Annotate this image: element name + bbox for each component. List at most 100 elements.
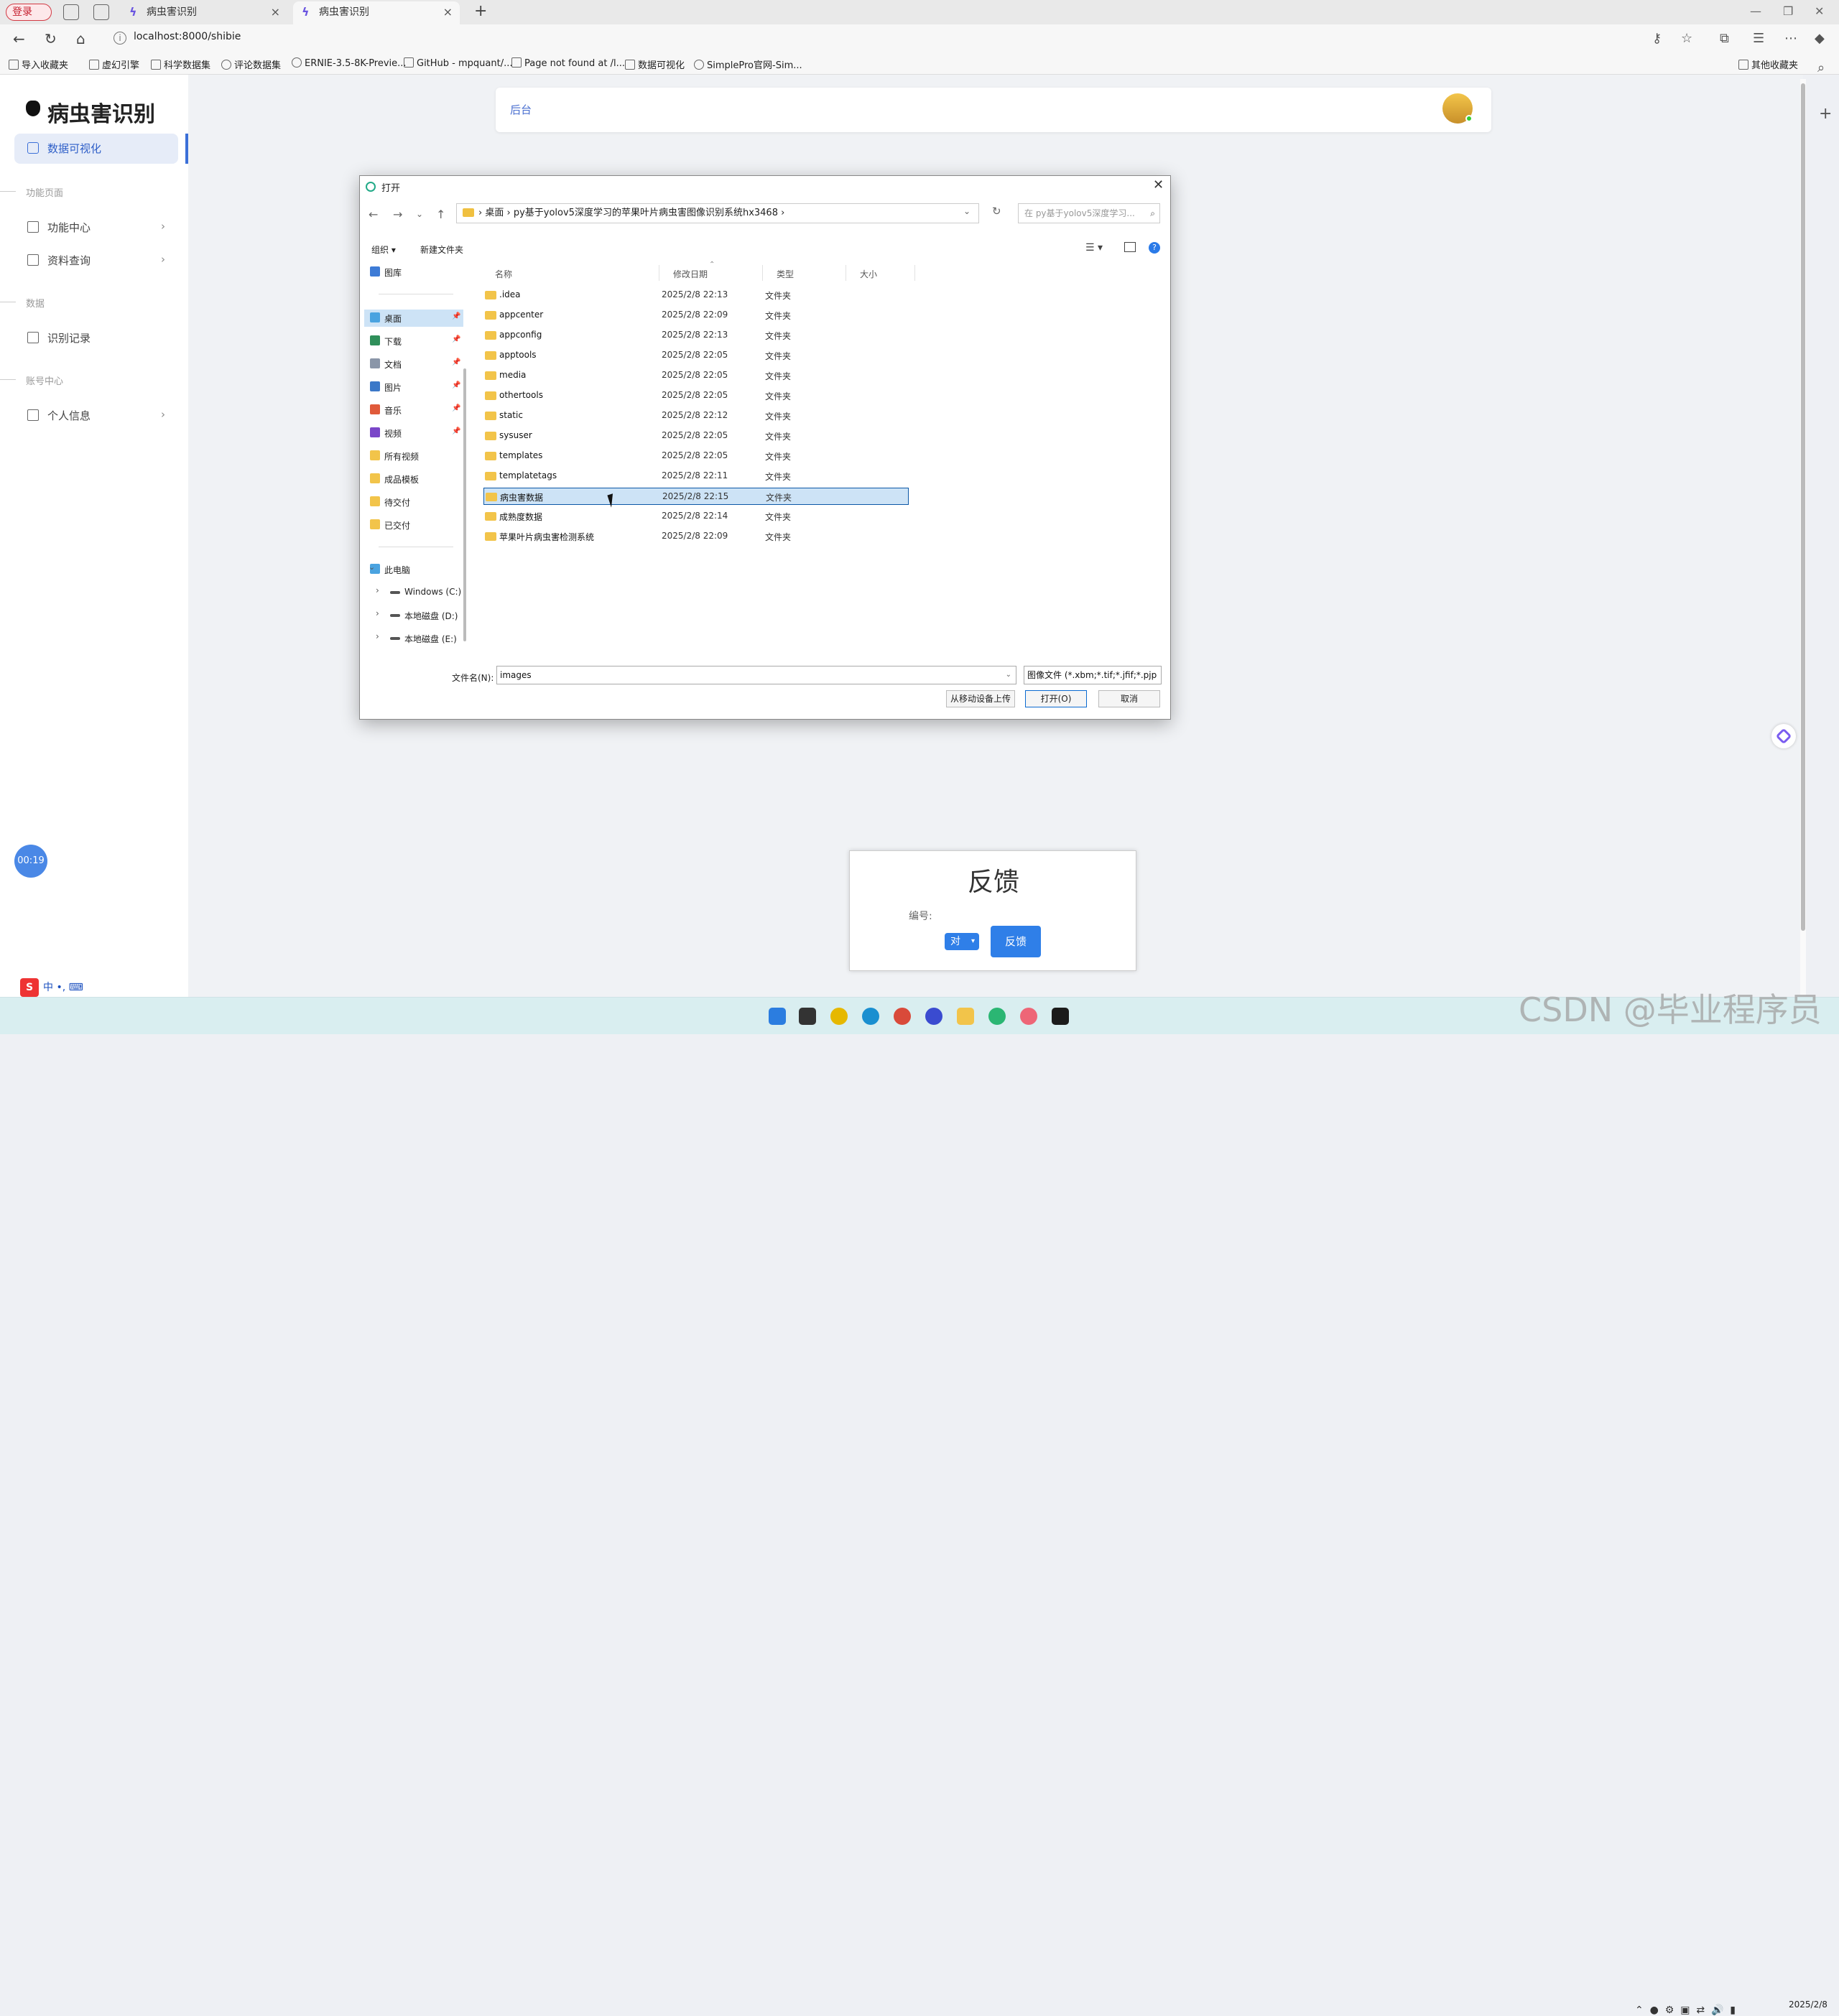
table-row[interactable]: othertools 2025/2/8 22:05 文件夹 (483, 387, 909, 404)
nav-item[interactable]: 下载 📌 (370, 335, 460, 348)
column-header-date[interactable]: 修改日期 (673, 268, 708, 280)
breadcrumb[interactable]: › 桌面 › py基于yolov5深度学习的苹果叶片病虫害图像识别系统hx346… (456, 203, 979, 223)
workspaces-icon[interactable] (63, 4, 79, 20)
bookmark-item[interactable]: Page not found at /l... (511, 57, 625, 69)
expand-chevron-icon[interactable]: ⌄ (369, 562, 375, 572)
floating-copilot-icon[interactable] (1771, 724, 1796, 748)
start-icon[interactable] (769, 1008, 786, 1025)
ime-toolbar[interactable]: S 中 •, ⌨ (20, 978, 83, 997)
system-tray[interactable]: ⌃ ● ⚙ ▣ ⇄ 🔊 ▮ (1635, 2005, 1736, 2016)
nav-item[interactable]: 已交付 (370, 519, 410, 531)
favorites-icon[interactable]: ☰ (1753, 31, 1764, 46)
restore-icon[interactable]: ❐ (1783, 4, 1793, 18)
search-input[interactable]: 在 py基于yolov5深度学习... ⌕ (1018, 203, 1160, 223)
bookmark-item[interactable]: SimplePro官网-Sim... (694, 57, 802, 71)
table-row[interactable]: static 2025/2/8 22:12 文件夹 (483, 407, 909, 424)
back-icon[interactable]: ← (369, 208, 378, 221)
app-icon[interactable] (830, 1008, 848, 1025)
nav-item[interactable]: 所有视频 (370, 450, 419, 463)
feedback-button[interactable]: 反馈 (991, 926, 1041, 957)
filename-input[interactable]: images ⌄ (496, 666, 1016, 684)
breadcrumb-item[interactable]: py基于yolov5深度学习的苹果叶片病虫害图像识别系统hx3468 (514, 208, 778, 218)
file-explorer-icon[interactable] (957, 1008, 974, 1025)
nav-item[interactable]: 文档 📌 (370, 358, 460, 371)
breadcrumb-item[interactable]: 桌面 (485, 208, 504, 218)
favorite-star-icon[interactable]: ☆ (1681, 31, 1692, 46)
bookmark-item[interactable]: ERNIE-3.5-8K-Previe... (292, 57, 407, 69)
page-scrollbar-thumb[interactable] (1801, 83, 1805, 931)
window-close-icon[interactable]: ✕ (1815, 4, 1824, 18)
nav-item[interactable]: 图片 📌 (370, 381, 460, 394)
up-icon[interactable]: ↑ (436, 208, 445, 221)
backend-link[interactable]: 后台 (510, 102, 532, 117)
table-row[interactable]: apptools 2025/2/8 22:05 文件夹 (483, 347, 909, 364)
open-button[interactable]: 打开(O) (1025, 690, 1087, 707)
clock[interactable]: 2025/2/8 (1789, 1999, 1828, 2010)
copilot-icon[interactable]: ◆ (1815, 31, 1825, 46)
sidebar-item-visualization[interactable]: 数据可视化 (14, 134, 178, 164)
timer-badge[interactable]: 00:19 (14, 845, 47, 878)
nav-item[interactable]: 桌面 📌 (370, 312, 460, 325)
column-header-name[interactable]: 名称 (495, 268, 512, 280)
table-row[interactable]: appconfig 2025/2/8 22:13 文件夹 (483, 327, 909, 344)
tab-1[interactable]: ϟ 病虫害识别 × (121, 1, 287, 24)
table-row[interactable]: templates 2025/2/8 22:05 文件夹 (483, 447, 909, 465)
tab-close-icon[interactable]: × (271, 1, 280, 23)
new-folder-button[interactable]: 新建文件夹 (420, 243, 463, 256)
wechat-icon[interactable] (988, 1008, 1006, 1025)
nav-item[interactable]: 成品模板 (370, 473, 419, 486)
tab-actions-icon[interactable] (93, 4, 109, 20)
bookmark-item[interactable]: GitHub - mpquant/... (404, 57, 513, 69)
column-header-size[interactable]: 大小 (860, 268, 877, 280)
table-row[interactable]: 病虫害数据 2025/2/8 22:15 文件夹 (483, 488, 909, 505)
bookmark-item[interactable]: 评论数据集 (221, 57, 281, 71)
other-bookmarks[interactable]: 其他收藏夹 (1738, 57, 1798, 71)
preview-pane-icon[interactable] (1124, 242, 1136, 252)
sidebar-add-icon[interactable]: + (1819, 105, 1832, 123)
view-options-icon[interactable]: ☰ ▾ (1085, 242, 1103, 254)
column-separator[interactable] (914, 265, 915, 281)
home-icon[interactable]: ⌂ (76, 30, 85, 47)
app-icon[interactable] (925, 1008, 942, 1025)
minimize-icon[interactable]: — (1750, 4, 1761, 18)
nav-item-drive[interactable]: Windows (C:) (390, 587, 461, 597)
key-icon[interactable]: ⚷ (1652, 31, 1662, 46)
app-icon[interactable] (1020, 1008, 1037, 1025)
edge-icon[interactable] (862, 1008, 879, 1025)
table-row[interactable]: .idea 2025/2/8 22:13 文件夹 (483, 287, 909, 304)
filetype-select[interactable]: 图像文件 (*.xbm;*.tif;*.jfif;*.pjp (1024, 666, 1162, 684)
avatar[interactable] (1442, 93, 1473, 124)
verdict-select[interactable]: 对 ▾ (945, 933, 979, 950)
expand-chevron-icon[interactable]: › (376, 608, 379, 618)
table-row[interactable]: 成熟度数据 2025/2/8 22:14 文件夹 (483, 508, 909, 525)
table-row[interactable]: appcenter 2025/2/8 22:09 文件夹 (483, 307, 909, 324)
table-row[interactable]: media 2025/2/8 22:05 文件夹 (483, 367, 909, 384)
login-badge[interactable]: 登录 (6, 4, 52, 21)
help-icon[interactable]: ? (1149, 242, 1160, 254)
bookmark-item[interactable]: 导入收藏夹 (9, 57, 68, 71)
table-row[interactable]: 苹果叶片病虫害检测系统 2025/2/8 22:09 文件夹 (483, 528, 909, 545)
column-separator[interactable] (762, 265, 763, 281)
nav-pane-scrollbar[interactable] (463, 368, 466, 641)
chevron-down-icon[interactable]: ⌄ (1006, 666, 1011, 684)
task-view-icon[interactable] (799, 1008, 816, 1025)
column-header-type[interactable]: 类型 (777, 268, 794, 280)
cancel-button[interactable]: 取消 (1098, 690, 1160, 707)
chrome-icon[interactable] (894, 1008, 911, 1025)
bookmark-item[interactable]: 虚幻引擎 (89, 57, 139, 71)
nav-item[interactable]: 视频 📌 (370, 427, 460, 440)
bookmark-item[interactable]: 数据可视化 (625, 57, 685, 71)
table-row[interactable]: templatetags 2025/2/8 22:11 文件夹 (483, 468, 909, 485)
nav-item-this-pc[interactable]: 此电脑 (370, 564, 410, 576)
bookmark-item[interactable]: 科学数据集 (151, 57, 210, 71)
nav-item[interactable]: 图库 (370, 266, 402, 279)
forward-icon[interactable]: → (393, 208, 402, 221)
nav-item-drive[interactable]: 本地磁盘 (E:) (390, 633, 457, 645)
expand-chevron-icon[interactable]: › (376, 631, 379, 641)
tab-2[interactable]: ϟ 病虫害识别 × (293, 1, 460, 24)
tab-close-icon[interactable]: × (443, 1, 453, 23)
menu-icon[interactable]: ⋯ (1784, 31, 1797, 46)
nav-item[interactable]: 音乐 📌 (370, 404, 460, 417)
refresh-icon[interactable]: ↻ (992, 205, 1001, 218)
table-row[interactable]: sysuser 2025/2/8 22:05 文件夹 (483, 427, 909, 445)
